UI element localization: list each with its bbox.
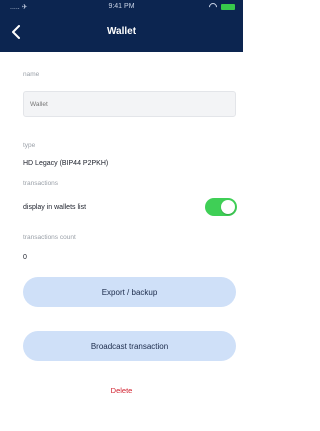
delete-button[interactable]: Delete xyxy=(0,386,243,395)
name-label: name xyxy=(23,71,40,78)
wallet-details-content: name type HD Legacy (BIP44 P2PKH) transa… xyxy=(0,52,243,431)
broadcast-transaction-button[interactable]: Broadcast transaction xyxy=(23,331,236,361)
wallet-details-screen: ..... ✈ 9:41 PM Wallet name type HD Lega… xyxy=(0,0,243,431)
type-label: type xyxy=(23,142,36,149)
export-backup-button[interactable]: Export / backup xyxy=(23,277,236,307)
wallet-name-input[interactable] xyxy=(23,91,236,117)
transactions-count-value: 0 xyxy=(23,254,27,261)
wallet-type-value: HD Legacy (BIP44 P2PKH) xyxy=(23,160,109,167)
status-bar: ..... ✈ 9:41 PM xyxy=(0,0,243,14)
toggle-knob xyxy=(221,200,235,214)
display-in-list-toggle[interactable] xyxy=(205,198,237,216)
transactions-count-label: transactions count xyxy=(23,234,76,241)
page-title: Wallet xyxy=(106,26,137,37)
battery-icon xyxy=(221,4,235,10)
navigation-bar: ..... ✈ 9:41 PM Wallet xyxy=(0,0,243,52)
display-in-list-label: display in wallets list xyxy=(23,204,87,211)
transactions-label: transactions xyxy=(23,180,59,187)
status-time: 9:41 PM xyxy=(108,3,135,10)
